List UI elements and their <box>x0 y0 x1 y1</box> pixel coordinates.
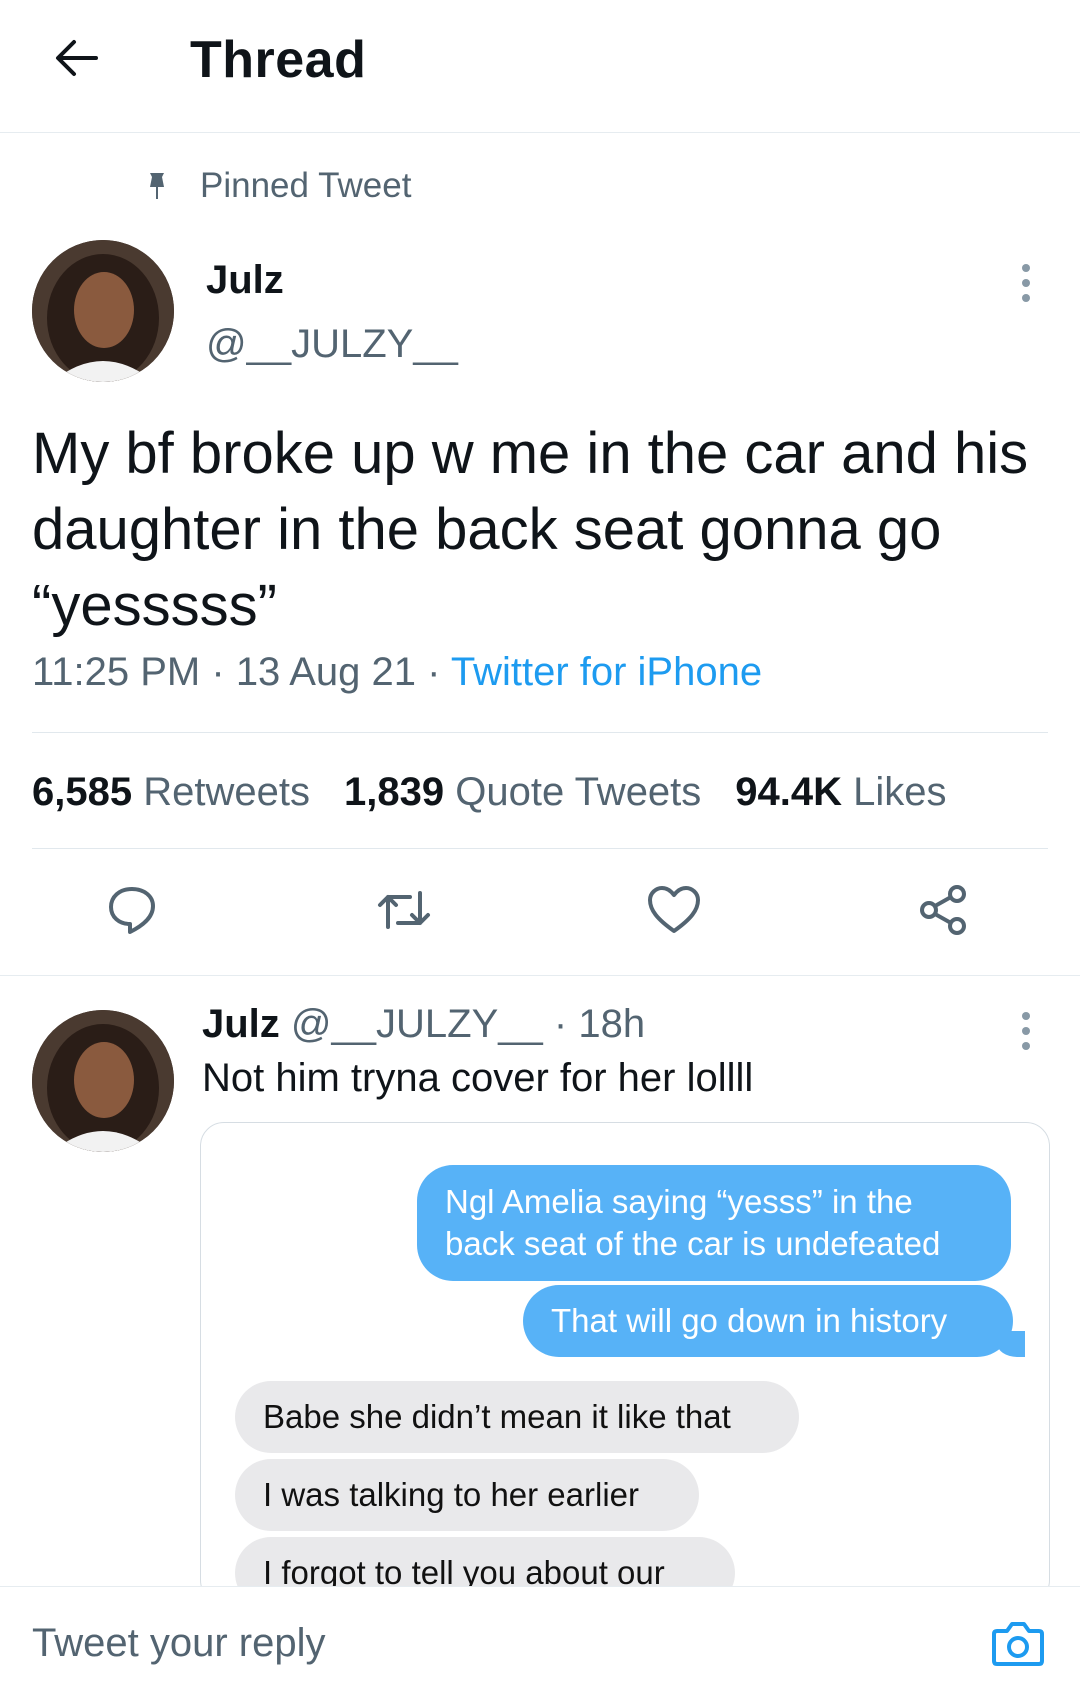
retweet-icon <box>378 891 430 929</box>
more-dot-icon <box>1022 264 1030 272</box>
tweet-timestamp: 11:25 PM · 13 Aug 21 · Twitter for iPhon… <box>32 650 762 695</box>
message-bubble-sent: Ngl Amelia saying “yesss” in the back se… <box>417 1165 1011 1281</box>
more-options-button[interactable] <box>1006 258 1046 308</box>
like-button[interactable] <box>644 880 704 940</box>
reply-text: Not him tryna cover for her lollll <box>202 1056 754 1100</box>
quote-tweets-stat[interactable]: 1,839 Quote Tweets <box>344 770 701 815</box>
retweets-count: 6,585 <box>32 770 133 814</box>
divider <box>32 848 1048 849</box>
share-icon <box>920 885 966 935</box>
pin-icon <box>146 170 174 202</box>
pinned-text: Pinned Tweet <box>200 166 412 205</box>
retweet-button[interactable] <box>374 880 434 940</box>
reply-composer: Tweet your reply <box>0 1586 1080 1700</box>
like-icon <box>648 886 700 933</box>
meta-separator: · <box>553 1002 579 1046</box>
quote-tweets-count: 1,839 <box>343 770 445 814</box>
reply-media-image[interactable]: Ngl Amelia saying “yesss” in the back se… <box>200 1122 1050 1604</box>
pinned-tweet-label: Pinned Tweet <box>146 166 411 206</box>
author-handle[interactable]: @__JULZY__ <box>206 322 458 367</box>
author-name[interactable]: Julz <box>206 258 284 303</box>
tweet-date: 13 Aug 21 <box>235 650 416 694</box>
tweet-action-bar <box>0 880 1080 952</box>
arrow-left-icon <box>56 40 98 76</box>
likes-count: 94.4K <box>735 770 843 814</box>
thread-header: Thread <box>0 0 1080 133</box>
quote-tweets-label: Quote Tweets <box>455 770 702 814</box>
reply-icon <box>109 887 155 934</box>
likes-stat[interactable]: 94.4K Likes <box>735 770 946 815</box>
message-text: That will go down in history <box>551 1302 948 1339</box>
camera-button[interactable] <box>990 1615 1046 1671</box>
divider <box>32 732 1048 733</box>
reply-button[interactable] <box>102 880 162 940</box>
avatar[interactable] <box>32 240 174 382</box>
retweets-label: Retweets <box>143 770 310 814</box>
tweet-text: My bf broke up w me in the car and his d… <box>32 421 1029 638</box>
reply-author-handle[interactable]: @__JULZY__ <box>291 1002 543 1046</box>
reply-time[interactable]: 18h <box>578 1002 645 1046</box>
tweet-time: 11:25 PM <box>32 650 201 694</box>
reply-header: Julz @__JULZY__ · 18h <box>202 1002 645 1047</box>
more-dot-icon <box>1022 1027 1030 1035</box>
reply-more-options-button[interactable] <box>1006 1006 1046 1056</box>
message-bubble-received: Babe she didn’t mean it like that <box>235 1381 799 1453</box>
meta-separator: · <box>427 650 451 694</box>
tweet-source-link[interactable]: Twitter for iPhone <box>451 650 762 694</box>
likes-label: Likes <box>853 770 947 814</box>
more-dot-icon <box>1022 1012 1030 1020</box>
more-dot-icon <box>1022 294 1030 302</box>
reply-input[interactable]: Tweet your reply <box>32 1621 325 1666</box>
share-button[interactable] <box>914 880 974 940</box>
message-bubble-received: I was talking to her earlier <box>235 1459 699 1531</box>
tweet-stats: 6,585 Retweets 1,839 Quote Tweets 94.4K … <box>32 770 947 815</box>
page-title: Thread <box>190 31 367 89</box>
meta-separator: · <box>211 650 236 694</box>
reply-author-name[interactable]: Julz <box>202 1002 280 1046</box>
section-separator <box>0 975 1080 976</box>
camera-icon <box>992 1622 1044 1666</box>
retweets-stat[interactable]: 6,585 Retweets <box>32 770 310 815</box>
bubble-tail <box>997 1331 1025 1357</box>
message-bubble-sent: That will go down in history <box>523 1285 1025 1357</box>
more-dot-icon <box>1022 1042 1030 1050</box>
avatar[interactable] <box>32 1010 174 1152</box>
back-button[interactable] <box>48 28 104 88</box>
more-dot-icon <box>1022 279 1030 287</box>
